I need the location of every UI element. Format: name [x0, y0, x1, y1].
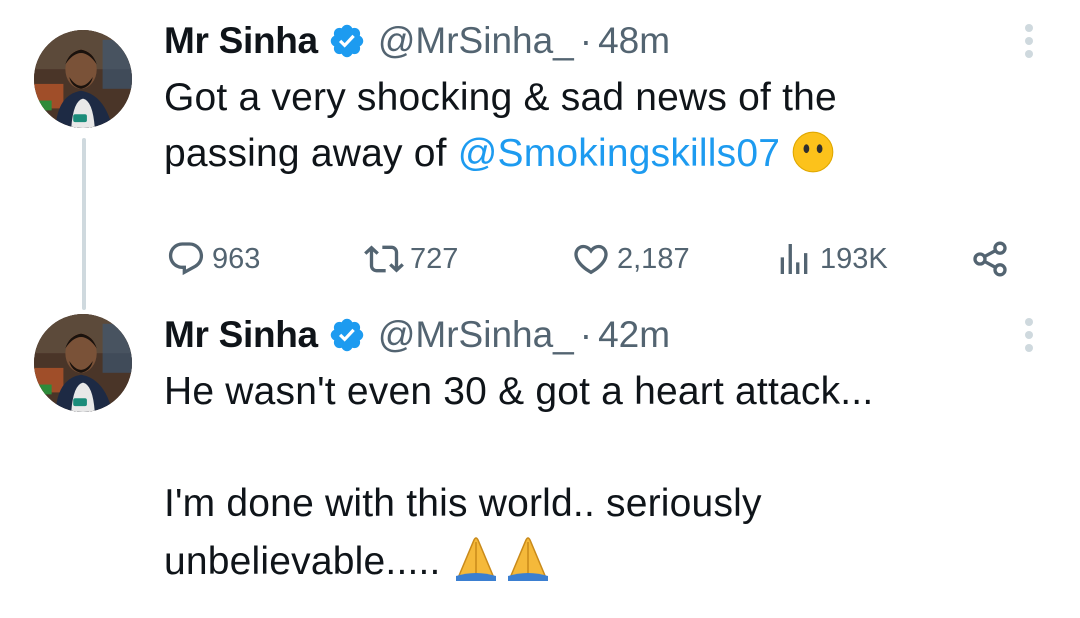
face-without-mouth-emoji-icon [791, 130, 835, 190]
display-name[interactable]: Mr Sinha [164, 314, 318, 356]
display-name[interactable]: Mr Sinha [164, 20, 318, 62]
verified-badge-icon [328, 316, 366, 354]
retweet-count: 727 [410, 242, 459, 275]
tweet-actions: 963 727 2,187 193K [164, 231, 1034, 287]
views-count: 193K [820, 242, 888, 275]
retweet-icon [364, 245, 404, 273]
reply-button[interactable]: 963 [166, 231, 260, 287]
views-button[interactable]: 193K [774, 231, 888, 287]
like-count: 2,187 [617, 242, 690, 275]
tweet-text-line: passing away of [164, 132, 458, 175]
avatar[interactable] [34, 314, 132, 412]
separator-dot: · [579, 20, 593, 61]
separator-dot: · [579, 314, 593, 355]
tweet-header: Mr Sinha @MrSinha_ · 48m [164, 18, 1034, 64]
handle[interactable]: @MrSinha_ [378, 314, 574, 356]
reply-icon [168, 242, 204, 276]
tweet-text-line: He wasn't even 30 & got a heart attack..… [164, 370, 874, 413]
more-options-icon[interactable] [1020, 24, 1038, 58]
mention-link[interactable]: @Smokingskills07 [458, 132, 780, 175]
views-icon [780, 244, 808, 274]
reply-count: 963 [212, 242, 261, 275]
avatar[interactable] [34, 30, 132, 128]
share-button[interactable] [970, 231, 1016, 287]
tweet-text-line: unbelievable..... [164, 540, 441, 583]
share-icon [973, 241, 1007, 277]
timestamp[interactable]: 42m [598, 314, 670, 356]
verified-badge-icon [328, 22, 366, 60]
tweet[interactable]: Mr Sinha @MrSinha_ · 48m Got a very shoc… [164, 18, 1034, 277]
thread-connector [82, 138, 86, 310]
timestamp[interactable]: 48m [598, 20, 670, 62]
tweet-text-line: Got a very shocking & sad news of the [164, 76, 837, 119]
like-button[interactable]: 2,187 [571, 231, 690, 287]
tweet-header: Mr Sinha @MrSinha_ · 42m [164, 312, 1034, 358]
more-options-icon[interactable] [1020, 318, 1038, 352]
tweet-text: He wasn't even 30 & got a heart attack..… [164, 364, 1034, 598]
tweet-text-line: I'm done with this world.. seriously [164, 482, 762, 525]
tweet-text: Got a very shocking & sad news of the pa… [164, 70, 1034, 190]
folded-hands-emoji-icon [452, 532, 552, 598]
handle[interactable]: @MrSinha_ [378, 20, 574, 62]
retweet-button[interactable]: 727 [364, 231, 458, 287]
tweet[interactable]: Mr Sinha @MrSinha_ · 42m He wasn't even … [164, 312, 1034, 598]
heart-icon [574, 244, 608, 275]
